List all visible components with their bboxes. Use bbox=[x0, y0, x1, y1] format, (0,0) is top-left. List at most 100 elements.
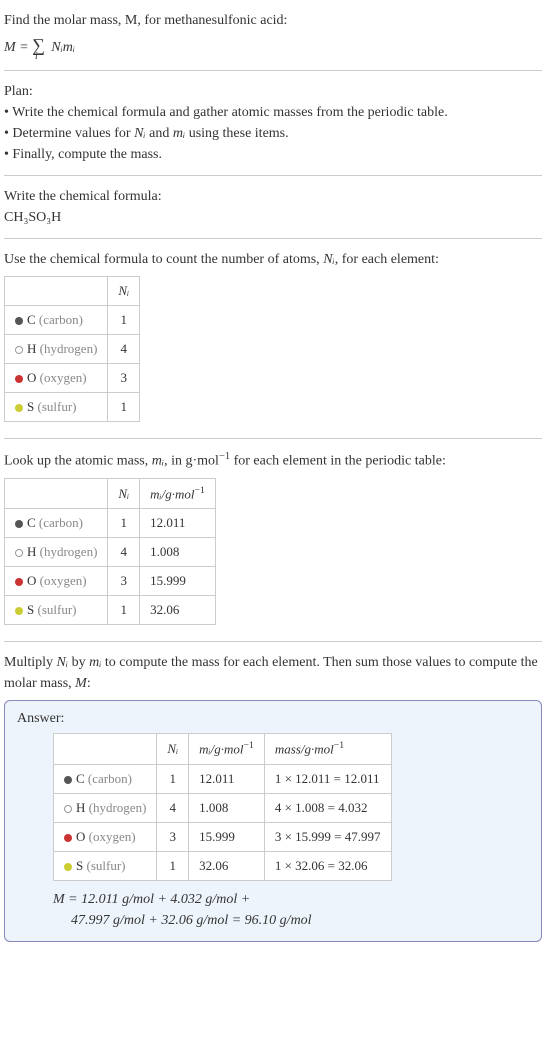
answer-equation: M = 12.011 g/mol + 4.032 g/mol + 47.997 … bbox=[53, 889, 529, 931]
table-row: H (hydrogen) 4 1.008 4 × 1.008 = 4.032 bbox=[54, 793, 392, 822]
formula-prefix: M = bbox=[4, 40, 32, 55]
ni-cell: 4 bbox=[108, 335, 140, 364]
multiply-pre: Multiply bbox=[4, 655, 57, 670]
table-row: H (hydrogen) 4 bbox=[5, 335, 140, 364]
table-row: C (carbon) 1 12.011 1 × 12.011 = 12.011 bbox=[54, 764, 392, 793]
plan-item-2: • Determine values for Nᵢ and mᵢ using t… bbox=[4, 123, 542, 144]
header-empty bbox=[54, 734, 157, 764]
plan-item-3: • Finally, compute the mass. bbox=[4, 144, 542, 165]
table-row: S (sulfur) 1 32.06 1 × 32.06 = 32.06 bbox=[54, 851, 392, 880]
lookup-title-mid: , in g·mol bbox=[164, 454, 219, 469]
element-cell: S (sulfur) bbox=[5, 393, 108, 422]
element-name: (carbon) bbox=[36, 515, 83, 530]
lookup-title-sup: −1 bbox=[219, 451, 230, 462]
table-header-row: Nᵢ bbox=[5, 277, 140, 306]
header-empty bbox=[5, 277, 108, 306]
element-dot-icon bbox=[15, 607, 23, 615]
sigma-index: i bbox=[35, 51, 38, 62]
table-row: O (oxygen) 3 15.999 bbox=[5, 567, 216, 596]
ni-cell: 1 bbox=[108, 596, 140, 625]
multiply-mid1: by bbox=[68, 655, 89, 670]
element-name: (oxygen) bbox=[85, 829, 135, 844]
element-cell: S (sulfur) bbox=[54, 851, 157, 880]
mi-cell: 32.06 bbox=[140, 596, 216, 625]
ni-cell: 3 bbox=[157, 822, 189, 851]
ni-cell: 4 bbox=[157, 793, 189, 822]
table-row: O (oxygen) 3 bbox=[5, 364, 140, 393]
count-section: Use the chemical formula to count the nu… bbox=[4, 243, 542, 434]
element-symbol: H bbox=[27, 341, 36, 356]
element-cell: H (hydrogen) bbox=[54, 793, 157, 822]
element-symbol: C bbox=[76, 771, 85, 786]
multiply-M: M bbox=[75, 676, 87, 691]
mass-cell: 3 × 15.999 = 47.997 bbox=[264, 822, 391, 851]
table-row: S (sulfur) 1 bbox=[5, 393, 140, 422]
element-dot-icon bbox=[15, 520, 23, 528]
ni-cell: 1 bbox=[108, 509, 140, 538]
header-ni: Nᵢ bbox=[157, 734, 189, 764]
ni-cell: 1 bbox=[157, 851, 189, 880]
lookup-title-post: for each element in the periodic table: bbox=[230, 454, 446, 469]
count-table: Nᵢ C (carbon) 1 H (hydrogen) 4 O (oxygen… bbox=[4, 276, 140, 422]
multiply-mi: mᵢ bbox=[89, 655, 101, 670]
element-symbol: H bbox=[27, 544, 36, 559]
plan-item2-ni: Nᵢ bbox=[134, 126, 146, 141]
formula-body: Nᵢmᵢ bbox=[48, 40, 75, 55]
lookup-title-pre: Look up the atomic mass, bbox=[4, 454, 152, 469]
element-name: (carbon) bbox=[36, 312, 83, 327]
header-mass: mass/g·mol−1 bbox=[264, 734, 391, 764]
element-symbol: O bbox=[27, 573, 36, 588]
mi-cell: 1.008 bbox=[189, 793, 265, 822]
multiply-post: : bbox=[87, 676, 91, 691]
table-row: C (carbon) 1 bbox=[5, 306, 140, 335]
mass-cell: 1 × 32.06 = 32.06 bbox=[264, 851, 391, 880]
lookup-title: Look up the atomic mass, mᵢ, in g·mol−1 … bbox=[4, 449, 542, 472]
header-empty bbox=[5, 478, 108, 508]
element-cell: C (carbon) bbox=[5, 306, 108, 335]
element-symbol: O bbox=[27, 370, 36, 385]
mi-cell: 32.06 bbox=[189, 851, 265, 880]
header-mi: mᵢ/g·mol−1 bbox=[189, 734, 265, 764]
multiply-section: Multiply Nᵢ by mᵢ to compute the mass fo… bbox=[4, 646, 542, 947]
multiply-ni: Nᵢ bbox=[57, 655, 69, 670]
element-dot-icon bbox=[15, 375, 23, 383]
lookup-section: Look up the atomic mass, mᵢ, in g·mol−1 … bbox=[4, 443, 542, 637]
ni-cell: 1 bbox=[108, 393, 140, 422]
mi-cell: 1.008 bbox=[140, 538, 216, 567]
plan-section: Plan: • Write the chemical formula and g… bbox=[4, 75, 542, 171]
element-dot-icon bbox=[64, 834, 72, 842]
mi-cell: 12.011 bbox=[189, 764, 265, 793]
table-row: H (hydrogen) 4 1.008 bbox=[5, 538, 216, 567]
chem-formula-value: CH₃SO₃H bbox=[4, 207, 542, 228]
divider bbox=[4, 438, 542, 439]
element-cell: H (hydrogen) bbox=[5, 538, 108, 567]
element-dot-icon bbox=[64, 805, 72, 813]
answer-eqn-line2: 47.997 g/mol + 32.06 g/mol = 96.10 g/mol bbox=[71, 910, 529, 931]
element-symbol: C bbox=[27, 515, 36, 530]
table-row: C (carbon) 1 12.011 bbox=[5, 509, 216, 538]
divider bbox=[4, 175, 542, 176]
element-name: (sulfur) bbox=[34, 602, 76, 617]
element-cell: C (carbon) bbox=[5, 509, 108, 538]
element-dot-icon bbox=[15, 317, 23, 325]
ni-cell: 1 bbox=[157, 764, 189, 793]
element-cell: O (oxygen) bbox=[54, 822, 157, 851]
plan-item2-mid: and bbox=[146, 126, 173, 141]
mi-cell: 12.011 bbox=[140, 509, 216, 538]
element-cell: O (oxygen) bbox=[5, 364, 108, 393]
element-name: (oxygen) bbox=[36, 573, 86, 588]
element-name: (hydrogen) bbox=[85, 800, 146, 815]
ni-cell: 4 bbox=[108, 538, 140, 567]
mass-cell: 4 × 1.008 = 4.032 bbox=[264, 793, 391, 822]
element-cell: C (carbon) bbox=[54, 764, 157, 793]
element-dot-icon bbox=[64, 776, 72, 784]
ni-cell: 3 bbox=[108, 364, 140, 393]
lookup-table: Nᵢ mᵢ/g·mol−1 C (carbon) 1 12.011 H (hyd… bbox=[4, 478, 216, 625]
element-symbol: H bbox=[76, 800, 85, 815]
element-name: (hydrogen) bbox=[36, 341, 97, 356]
mass-cell: 1 × 12.011 = 12.011 bbox=[264, 764, 391, 793]
plan-item2-pre: • Determine values for bbox=[4, 126, 134, 141]
element-dot-icon bbox=[15, 404, 23, 412]
answer-eqn-line1: M = 12.011 g/mol + 4.032 g/mol + bbox=[53, 889, 529, 910]
count-title-pre: Use the chemical formula to count the nu… bbox=[4, 252, 323, 267]
